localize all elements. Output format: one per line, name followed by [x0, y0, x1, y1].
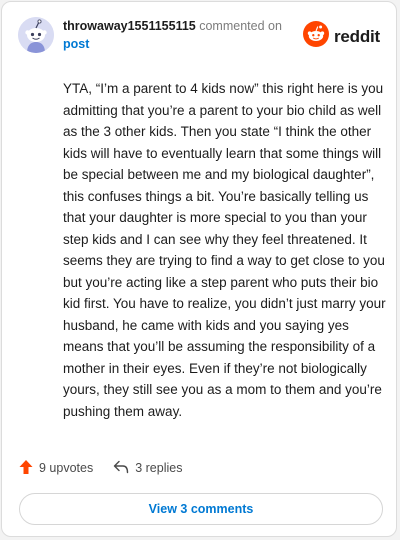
commented-on-label: commented on	[199, 19, 282, 33]
reddit-logo[interactable]: reddit	[302, 21, 380, 52]
comment-actions: 9 upvotes 3 replies	[19, 458, 182, 478]
upvote-arrow-icon	[19, 459, 33, 478]
username-link[interactable]: throwaway1551155115	[63, 19, 196, 33]
user-avatar-icon[interactable]	[18, 17, 54, 53]
comment-card: throwaway1551155115 commented on post re…	[1, 1, 397, 537]
reddit-wordmark: reddit	[333, 26, 380, 46]
view-comments-button[interactable]: View 3 comments	[19, 493, 383, 525]
header-line: throwaway1551155115 commented on	[63, 18, 303, 34]
comment-body: YTA, “I’m a parent to 4 kids now” this r…	[63, 81, 386, 419]
upvote-button[interactable]: 9 upvotes	[19, 459, 93, 478]
comment-header: throwaway1551155115 commented on post	[63, 18, 303, 53]
reddit-snoo-icon	[302, 21, 329, 52]
reply-count: 3 replies	[135, 461, 183, 475]
post-link[interactable]: post	[63, 35, 303, 53]
reply-arrow-icon	[113, 460, 129, 477]
upvote-count: 9 upvotes	[39, 461, 94, 475]
replies-button[interactable]: 3 replies	[113, 460, 182, 477]
